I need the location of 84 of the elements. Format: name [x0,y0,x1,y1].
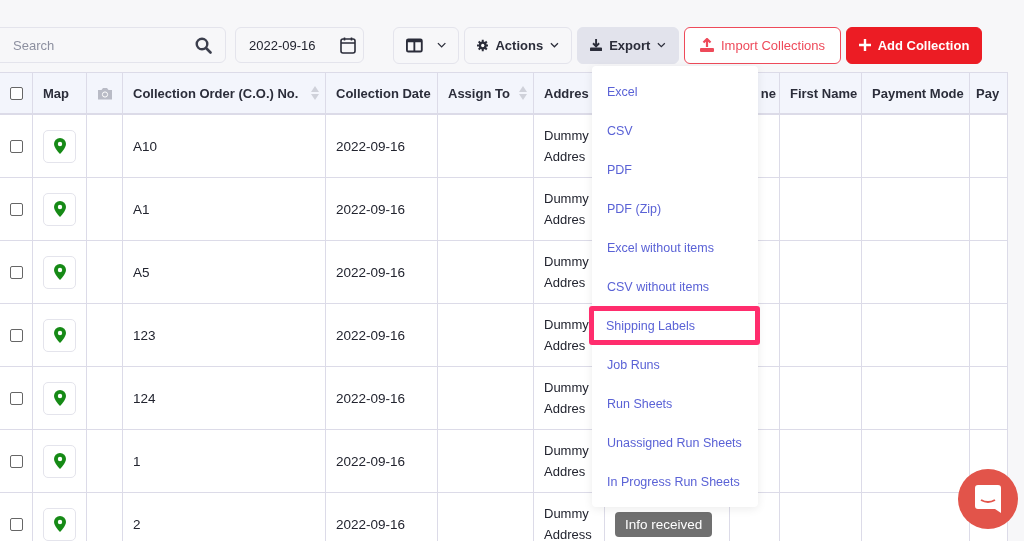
column-label: First Name [790,85,858,101]
search-icon [195,37,212,54]
download-icon [590,38,603,52]
row-checkbox[interactable] [10,265,23,279]
calendar-icon [340,36,356,54]
menu-item[interactable]: Unassigned Run Sheets [592,423,758,462]
map-pin-button[interactable] [43,444,76,478]
map-pin-icon [53,390,66,406]
menu-item[interactable]: Job Runs [592,345,758,384]
date-value: 2022-09-16 [249,37,316,53]
row-checkbox[interactable] [10,328,23,342]
table-cell-text: Dummy Addres [544,190,590,229]
menu-item[interactable]: Excel without items [592,228,758,267]
column-label: Collection Date [336,85,431,101]
columns-icon [406,37,423,53]
table-cell: 2022-09-16 [336,264,406,280]
table-cell: 2022-09-16 [336,327,406,343]
table-cell-text: Dummy Addres [544,316,590,355]
chat-icon [975,485,1001,513]
table-cell-text: Dummy Addres [544,253,590,292]
chevron-icon [550,42,559,48]
table-cell: 2022-09-16 [336,138,406,154]
row-checkbox[interactable] [10,139,23,153]
table-cell-text: Dummy Addres [544,442,590,481]
table-cell: 2022-09-16 [336,516,406,532]
map-pin-icon [53,453,66,469]
menu-item[interactable]: Shipping Labels [589,306,760,345]
table-cell: 2022-09-16 [336,390,406,406]
row-checkbox[interactable] [10,454,23,468]
row-checkbox[interactable] [10,391,23,405]
column-label: Assign To [448,85,510,101]
table-cell-text: Dummy Addres [544,127,590,166]
row-checkbox[interactable] [10,517,23,531]
actions-button[interactable]: Actions [464,26,572,64]
column-label: Map [43,85,69,101]
menu-item[interactable]: Run Sheets [592,384,758,423]
menu-item[interactable]: CSV [592,111,758,150]
table-cell: 2 [133,516,141,532]
column-label: Pay [976,85,1000,101]
menu-item[interactable]: Excel [592,72,758,111]
columns-button[interactable] [393,26,459,64]
table-cell: A10 [133,138,158,154]
map-pin-button[interactable] [43,381,76,415]
upload-icon [699,38,714,52]
chevron-icon [657,42,666,48]
map-pin-button[interactable] [43,129,76,163]
table-cell: A1 [133,201,150,217]
menu-item[interactable]: PDF (Zip) [592,189,758,228]
map-pin-button[interactable] [43,318,76,352]
table-cell: A5 [133,264,150,280]
map-pin-icon [53,201,66,217]
camera-icon [97,86,113,100]
menu-item[interactable]: CSV without items [592,267,758,306]
map-pin-icon [53,327,66,343]
gear-icon [477,38,489,52]
select-all-checkbox[interactable] [10,86,23,100]
map-pin-button[interactable] [43,255,76,289]
search-field[interactable]: Search [0,27,226,63]
table-cell: 2022-09-16 [336,453,406,469]
table-cell-text: Dummy Address [544,505,590,541]
table-cell: 1 [133,453,141,469]
export-button[interactable]: Export [577,26,679,64]
table-cell-text: Dummy Addres [544,379,590,418]
column-label: Payment Mode [872,85,964,101]
chevron-icon [436,42,446,48]
map-pin-icon [53,264,66,280]
row-checkbox[interactable] [10,202,23,216]
map-pin-button[interactable] [43,192,76,226]
add-button[interactable]: Add Collection [846,26,982,64]
map-pin-icon [53,138,66,154]
menu-item[interactable]: PDF [592,150,758,189]
table-cell: 2022-09-16 [336,201,406,217]
status-badge: Info received [615,511,713,537]
column-label: Addres [544,85,589,101]
table-cell: 124 [133,390,156,406]
table-cell: 123 [133,327,156,343]
map-pin-button[interactable] [43,507,76,541]
plus-icon [858,39,871,51]
map-pin-icon [53,516,66,532]
date-field[interactable]: 2022-09-16 [235,27,364,63]
column-label: ne [760,85,776,101]
import-button[interactable]: Import Collections [684,26,841,64]
menu-item[interactable]: In Progress Run Sheets [592,462,758,501]
column-label: Collection Order (C.O.) No. [133,85,299,101]
